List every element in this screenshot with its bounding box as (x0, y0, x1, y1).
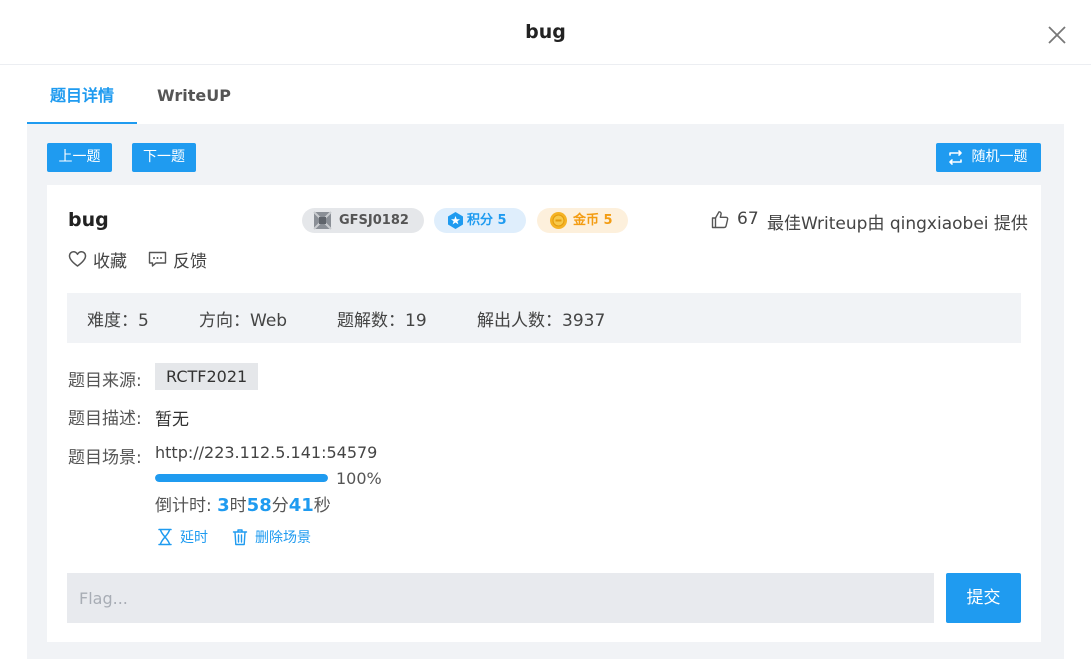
like-count: 67 (737, 209, 759, 229)
tab-challenge-details[interactable]: 题目详情 (27, 66, 137, 124)
extend-time-button[interactable]: 延时 (157, 527, 217, 547)
challenge-card: bug GFSJ0182 积分 5 金币 5 67 最佳Writeup由 qin… (47, 185, 1041, 642)
feedback-button[interactable]: 反馈 (148, 247, 228, 272)
feedback-icon (148, 251, 167, 267)
score-icon (448, 212, 463, 229)
seconds-unit: 秒 (313, 496, 331, 516)
scene-label: 题目场景: (68, 448, 142, 468)
favorite-label: 收藏 (93, 252, 127, 272)
countdown-minutes: 58 (246, 495, 272, 516)
tab-bar: 题目详情 WriteUP (27, 66, 1064, 124)
source-tag: RCTF2021 (155, 363, 259, 390)
delete-scene-button[interactable]: 删除场景 (232, 527, 322, 547)
score-text: 积分 5 (467, 213, 507, 228)
solves-stat: 题解数：19 (337, 311, 427, 331)
scene-url[interactable]: http://223.112.5.141:54579 (155, 443, 377, 462)
flag-input[interactable] (67, 573, 934, 623)
modal-header: bug (0, 0, 1091, 65)
direction-stat: 方向：Web (199, 311, 288, 331)
scene-progress-bar (155, 474, 328, 482)
minutes-unit: 分 (271, 496, 289, 516)
score-tag: 积分 5 (434, 208, 526, 233)
trash-icon (232, 529, 248, 546)
description-value: 暂无 (155, 410, 189, 430)
challenge-panel: 上一题 下一题 随机一题 bug GFSJ0182 积分 5 金币 5 67 最… (27, 124, 1064, 659)
source-label: 题目来源: (68, 371, 142, 391)
next-challenge-button[interactable]: 下一题 (132, 143, 196, 172)
countdown-seconds: 41 (288, 495, 314, 516)
delete-scene-label: 删除场景 (255, 530, 311, 546)
stats-bar: 难度：5 方向：Web 题解数：19 解出人数：3937 (67, 293, 1021, 343)
modal-title: bug (525, 21, 566, 43)
challenge-name: bug (68, 209, 109, 231)
coin-icon (550, 212, 567, 229)
submit-flag-button[interactable]: 提交 (946, 573, 1021, 623)
hourglass-icon (158, 528, 172, 546)
countdown-timer: 倒计时: 3时58分41秒 (155, 491, 331, 516)
description-label: 题目描述: (68, 409, 142, 429)
difficulty-stat: 难度：5 (87, 311, 149, 331)
coin-text: 金币 5 (573, 213, 613, 228)
hours-unit: 时 (229, 496, 247, 516)
heart-icon (68, 251, 87, 267)
random-challenge-label: 随机一题 (971, 149, 1028, 165)
solvers-stat: 解出人数：3937 (477, 311, 606, 331)
extend-time-label: 延时 (180, 530, 208, 546)
close-icon[interactable] (1046, 24, 1068, 46)
shuffle-icon (949, 150, 962, 165)
challenge-id-text: GFSJ0182 (339, 213, 409, 228)
countdown-prefix: 倒计时: (155, 496, 218, 516)
favorite-button[interactable]: 收藏 (68, 247, 148, 272)
countdown-hours: 3 (217, 495, 230, 516)
thumbs-up-icon (711, 211, 729, 229)
random-challenge-button[interactable]: 随机一题 (936, 143, 1041, 172)
challenge-id-tag: GFSJ0182 (302, 208, 424, 233)
scene-progress-fill (155, 474, 328, 482)
scene-progress-text: 100% (336, 469, 382, 488)
tab-writeup[interactable]: WriteUP (157, 66, 231, 124)
challenge-id-icon (313, 211, 332, 230)
feedback-label: 反馈 (173, 252, 207, 272)
coin-tag: 金币 5 (537, 208, 628, 233)
prev-challenge-button[interactable]: 上一题 (47, 143, 112, 172)
best-writeup-info: 最佳Writeup由 qingxiaobei 提供 (767, 214, 1028, 234)
